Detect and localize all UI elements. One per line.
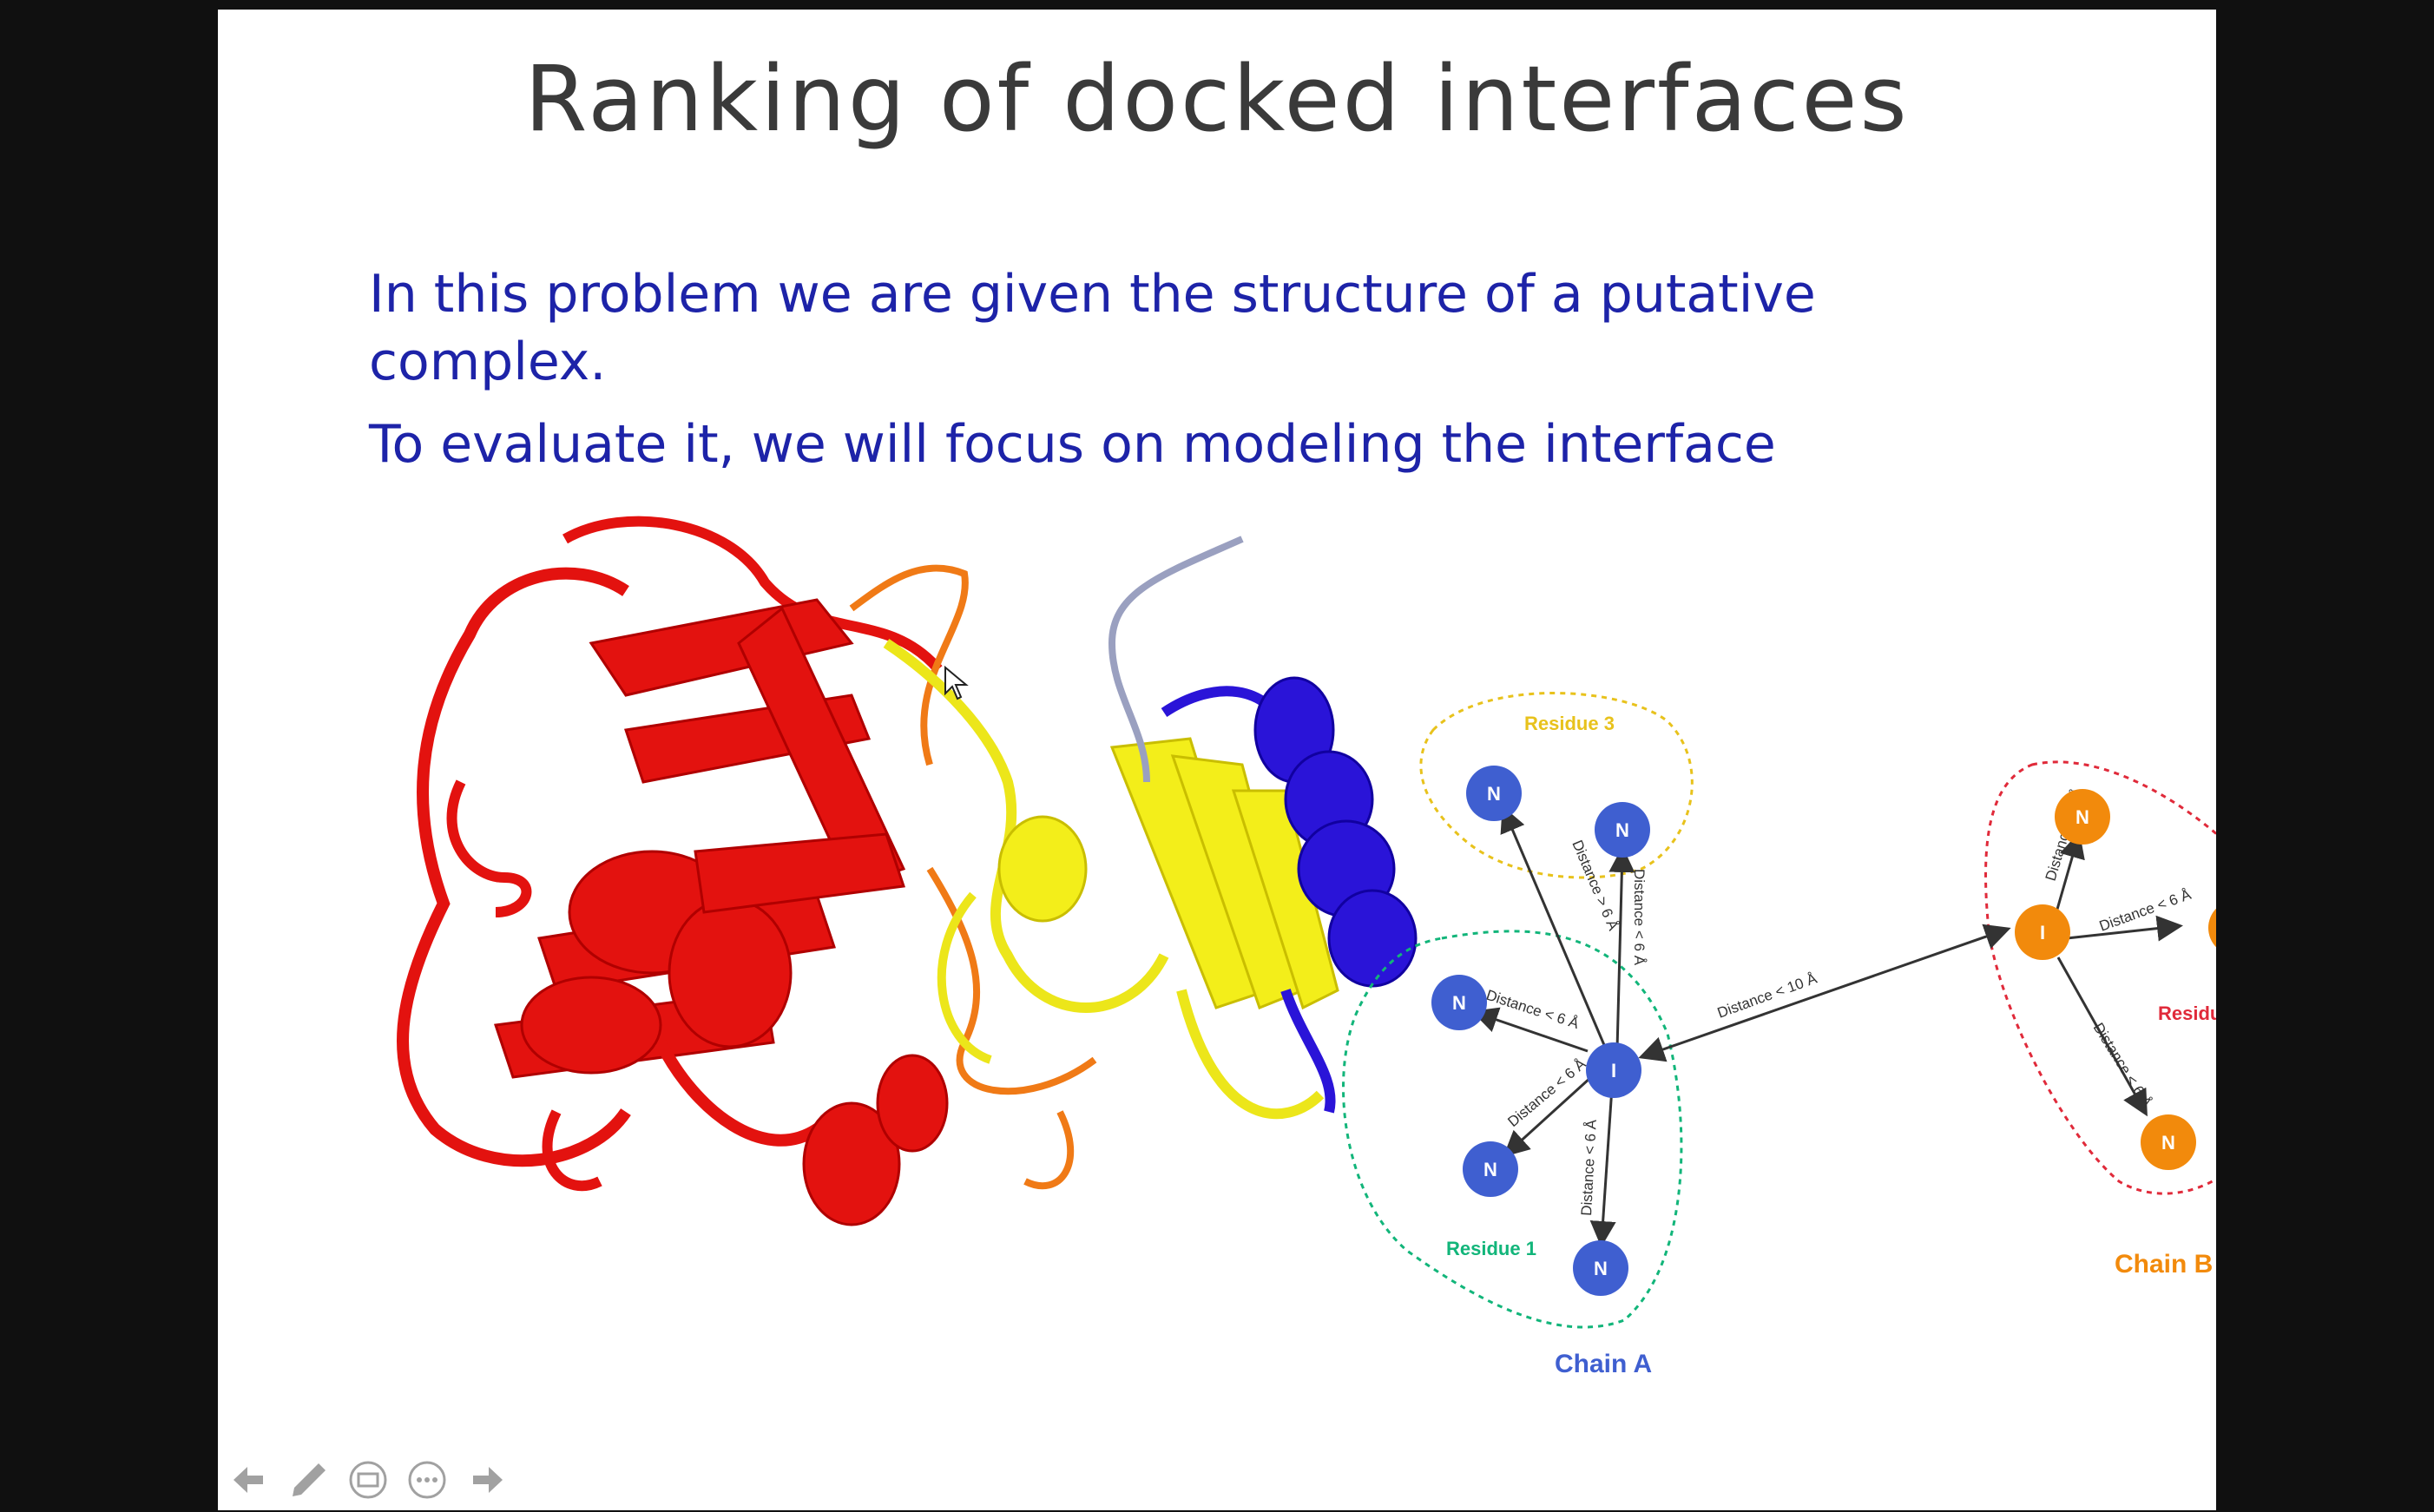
more-icon bbox=[408, 1461, 446, 1499]
node-b-3: N bbox=[2161, 1132, 2175, 1154]
interface-node-b: I bbox=[2040, 922, 2045, 943]
subtitle-icon bbox=[349, 1461, 387, 1499]
body-line-1b: complex. bbox=[369, 332, 607, 392]
chain-b-label: Chain B bbox=[2115, 1250, 2213, 1279]
node-a-2: N bbox=[1615, 819, 1629, 841]
next-slide-button[interactable] bbox=[463, 1456, 510, 1503]
node-a-3: N bbox=[1452, 992, 1466, 1014]
pen-icon bbox=[293, 1463, 326, 1496]
arrow-left-icon bbox=[234, 1467, 263, 1493]
slide-title: Ranking of docked interfaces bbox=[524, 46, 1910, 152]
node-a-4: N bbox=[1483, 1159, 1497, 1180]
chain-a-label: Chain A bbox=[1555, 1350, 1652, 1378]
subtitles-button[interactable] bbox=[345, 1456, 391, 1503]
slideshow-controls bbox=[218, 1450, 510, 1510]
node-a-5: N bbox=[1594, 1258, 1608, 1279]
residue1-outline bbox=[1342, 930, 1683, 1329]
edge-label-lt6-down: Distance < 6 Å bbox=[1578, 1119, 1600, 1217]
body-line-1: In this problem we are given the structu… bbox=[369, 264, 1816, 325]
residue2-label: Residue 2 bbox=[2158, 1003, 2216, 1024]
node-b-1: N bbox=[2075, 806, 2089, 828]
previous-slide-button[interactable] bbox=[227, 1456, 273, 1503]
residue1-label: Residue 1 bbox=[1446, 1238, 1536, 1259]
body-line-2: To evaluate it, we will focus on modelin… bbox=[369, 414, 1776, 475]
node-a-1: N bbox=[1487, 783, 1501, 805]
edge-label-b-down: Distance < 6 Å bbox=[2090, 1020, 2155, 1111]
presentation-slide: Ranking of docked interfaces In this pro… bbox=[218, 10, 2216, 1510]
edge-label-lt6-diag: Distance < 6 Å bbox=[1504, 1055, 1589, 1130]
edge-label-lt6-left: Distance < 6 Å bbox=[1484, 987, 1582, 1033]
edge-label-b-right: Distance < 6 Å bbox=[2097, 886, 2194, 935]
mouse-cursor-icon bbox=[944, 666, 969, 700]
residue3-label: Residue 3 bbox=[1524, 713, 1615, 734]
arrow-right-icon bbox=[473, 1467, 503, 1493]
more-options-button[interactable] bbox=[404, 1456, 451, 1503]
pen-tool-button[interactable] bbox=[286, 1456, 332, 1503]
interface-node-a: I bbox=[1611, 1060, 1616, 1081]
edge-label-lt6-up: Distance < 6 Å bbox=[1631, 869, 1648, 966]
interface-graph-diagram: Distance > 6 Å Distance < 6 Å Distance <… bbox=[1342, 692, 2216, 1378]
